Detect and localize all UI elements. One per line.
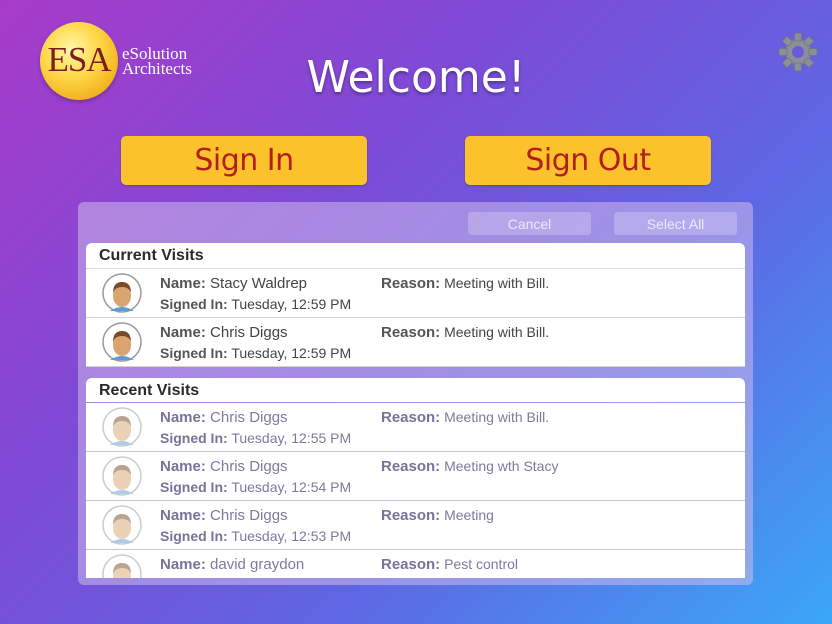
reason-label: Reason:: [381, 556, 441, 573]
signed-in-time: Signed In: Tuesday, 12:59 PM: [160, 296, 351, 312]
visitor-name: Name: david graydon: [160, 556, 304, 573]
name-label: Name:: [160, 409, 206, 426]
visitor-name-value: Chris Diggs: [210, 324, 288, 341]
reason-value: Meeting with Bill.: [444, 275, 550, 291]
reason-value: Meeting: [444, 507, 494, 523]
visit-reason: Reason: Meeting with Bill.: [381, 324, 549, 341]
signed-in-value: Tuesday, 12:54 PM: [231, 479, 352, 495]
reason-value: Pest control: [444, 556, 519, 572]
recent-visit-row-3[interactable]: Name: Chris Diggs Signed In: Tuesday, 12…: [86, 501, 745, 550]
current-visit-row-2[interactable]: Name: Chris Diggs Signed In: Tuesday, 12…: [86, 318, 745, 367]
current-visit-row-1[interactable]: Name: Stacy Waldrep Signed In: Tuesday, …: [86, 269, 745, 318]
signed-in-value: Tuesday, 12:53 PM: [231, 528, 352, 544]
visit-reason: Reason: Pest control: [381, 556, 518, 573]
signed-in-label: Signed In:: [160, 296, 228, 312]
sign-in-button[interactable]: Sign In: [121, 136, 367, 185]
visitor-name-value: Chris Diggs: [210, 507, 288, 524]
page-title: Welcome!: [306, 52, 526, 103]
signed-in-label: Signed In:: [160, 345, 228, 361]
reason-value: Meeting with Bill.: [444, 409, 550, 425]
recent-visit-row-1[interactable]: Name: Chris Diggs Signed In: Tuesday, 12…: [86, 403, 745, 452]
reason-label: Reason:: [381, 324, 441, 341]
reason-value: Meeting wth Stacy: [444, 458, 559, 474]
visitor-name: Name: Chris Diggs: [160, 409, 288, 426]
signed-in-label: Signed In:: [160, 430, 228, 446]
current-visits-header: Current Visits: [86, 243, 745, 269]
select-all-button[interactable]: Select All: [614, 212, 737, 235]
signed-in-label: Signed In:: [160, 528, 228, 544]
signed-in-time: Signed In: Tuesday, 12:53 PM: [160, 528, 351, 544]
sign-out-button[interactable]: Sign Out: [465, 136, 711, 185]
person-avatar-icon: [102, 456, 142, 496]
visitor-name-value: david graydon: [210, 556, 305, 573]
visit-reason: Reason: Meeting: [381, 507, 494, 524]
visit-reason: Reason: Meeting with Bill.: [381, 275, 549, 292]
visit-reason: Reason: Meeting with Bill.: [381, 409, 549, 426]
name-label: Name:: [160, 458, 206, 475]
name-label: Name:: [160, 507, 206, 524]
visit-reason: Reason: Meeting wth Stacy: [381, 458, 558, 475]
name-label: Name:: [160, 324, 206, 341]
reason-label: Reason:: [381, 458, 441, 475]
recent-visits-header: Recent Visits: [99, 382, 200, 399]
reason-label: Reason:: [381, 507, 441, 524]
signed-in-time: Signed In: Tuesday, 12:54 PM: [160, 479, 351, 495]
gear-icon[interactable]: [776, 30, 820, 74]
current-visits-section: Current Visits Name: Stacy Waldrep Signe…: [86, 243, 745, 367]
person-avatar-icon: [102, 554, 142, 578]
cancel-button[interactable]: Cancel: [468, 212, 591, 235]
visitor-name-value: Chris Diggs: [210, 458, 288, 475]
visitor-name-value: Chris Diggs: [210, 409, 288, 426]
recent-visits-list[interactable]: Name: Chris Diggs Signed In: Tuesday, 12…: [86, 403, 745, 578]
reason-value: Meeting with Bill.: [444, 324, 550, 340]
person-avatar-icon: [102, 407, 142, 447]
reason-label: Reason:: [381, 409, 441, 426]
name-label: Name:: [160, 275, 206, 292]
signed-in-time: Signed In: Tuesday, 12:55 PM: [160, 430, 351, 446]
person-avatar-icon: [102, 273, 142, 313]
signed-in-value: Tuesday, 12:55 PM: [231, 430, 352, 446]
recent-visits-section: Recent Visits: [86, 378, 745, 402]
person-avatar-icon: [102, 322, 142, 362]
visitor-name: Name: Chris Diggs: [160, 507, 288, 524]
reason-label: Reason:: [381, 275, 441, 292]
recent-visit-row-2[interactable]: Name: Chris Diggs Signed In: Tuesday, 12…: [86, 452, 745, 501]
recent-visit-row-4[interactable]: Name: david graydon Reason: Pest control: [86, 550, 745, 578]
visitor-name: Name: Chris Diggs: [160, 458, 288, 475]
visitor-name: Name: Chris Diggs: [160, 324, 288, 341]
visitor-name: Name: Stacy Waldrep: [160, 275, 307, 292]
signed-in-value: Tuesday, 12:59 PM: [231, 345, 352, 361]
signed-in-label: Signed In:: [160, 479, 228, 495]
person-avatar-icon: [102, 505, 142, 545]
signed-in-time: Signed In: Tuesday, 12:59 PM: [160, 345, 351, 361]
name-label: Name:: [160, 556, 206, 573]
visitor-name-value: Stacy Waldrep: [210, 275, 308, 292]
signed-in-value: Tuesday, 12:59 PM: [231, 296, 352, 312]
